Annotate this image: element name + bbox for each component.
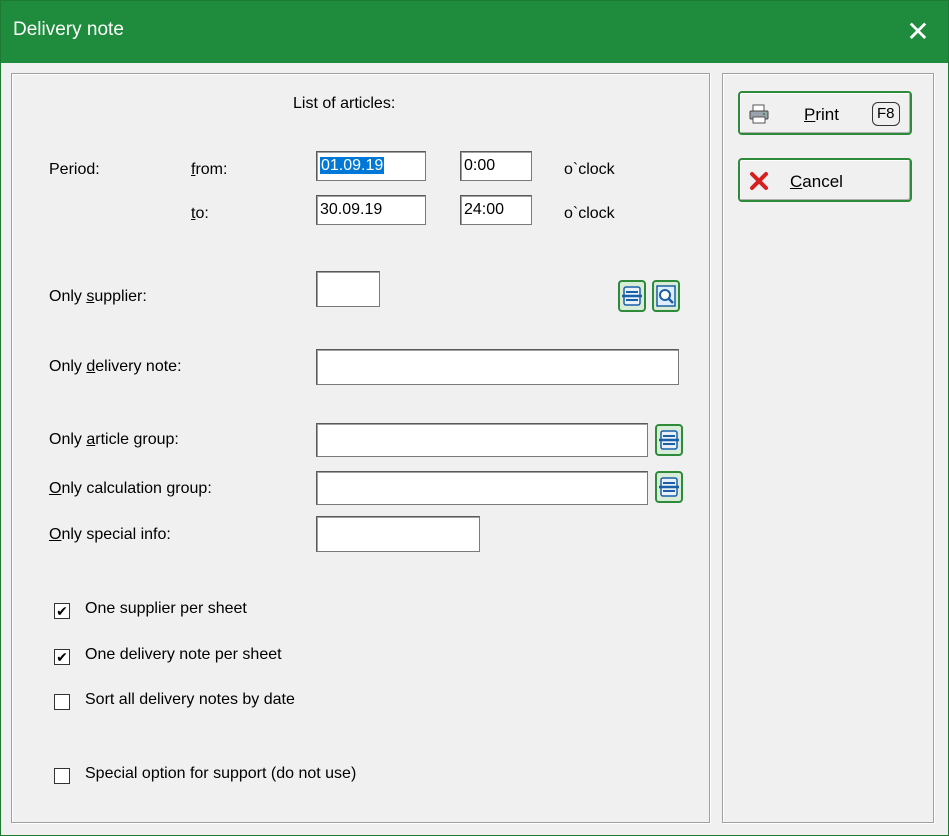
period-label: Period: [49,161,100,178]
from-time-input[interactable]: 0:00 [460,151,532,181]
list-icon [659,477,679,497]
red-x-icon [750,172,768,190]
close-icon[interactable]: ✕ [888,1,948,63]
magnifier-icon [656,285,676,307]
from-label: from: [191,161,228,178]
from-date-input[interactable]: 01.09.19 [316,151,426,181]
supplier-input[interactable] [316,271,380,307]
cancel-label: Cancel [790,172,843,191]
calc-group-label: Only calculation group: [49,480,212,497]
checkbox-label: One delivery note per sheet [85,646,282,663]
checkbox-one-delivery-note[interactable]: ✔ [54,649,70,665]
title-bar: Delivery note ✕ [1,1,948,63]
print-shortcut-badge: F8 [872,102,900,126]
list-heading: List of articles: [293,95,396,112]
article-group-label: Only article group: [49,431,179,448]
supplier-label: Only supplier: [49,288,147,305]
delivery-note-label: Only delivery note: [49,358,182,375]
article-group-input[interactable] [316,423,648,457]
article-group-list-button[interactable] [655,424,683,456]
from-oclock-label: o`clock [564,161,615,178]
printer-icon [749,104,769,124]
calc-group-list-button[interactable] [655,471,683,503]
delivery-note-input[interactable] [316,349,679,385]
special-info-label: Only special info: [49,526,171,543]
to-time-input[interactable]: 24:00 [460,195,532,225]
list-icon [659,430,679,450]
supplier-list-button[interactable] [618,280,646,312]
checkbox-sort-by-date[interactable] [54,694,70,710]
to-date-input[interactable]: 30.09.19 [316,195,426,225]
option-row[interactable]: ✔ One delivery note per sheet [54,646,554,668]
print-button[interactable]: Print F8 [738,91,912,135]
checkbox-label: Special option for support (do not use) [85,765,357,782]
print-label: Print [804,105,839,124]
list-icon [622,286,642,306]
checkbox-label: Sort all delivery notes by date [85,691,295,708]
special-info-input[interactable] [316,516,480,552]
option-row[interactable]: ✔ One supplier per sheet [54,600,554,622]
to-label: to: [191,205,209,222]
checkbox-one-supplier[interactable]: ✔ [54,603,70,619]
cancel-button[interactable]: Cancel [738,158,912,202]
delivery-note-dialog: Delivery note ✕ List of articles: Period… [0,0,949,836]
window-title: Delivery note [13,19,124,40]
checkbox-special-option[interactable] [54,768,70,784]
supplier-search-button[interactable] [652,280,680,312]
option-row[interactable]: Special option for support (do not use) [54,765,554,787]
checkbox-label: One supplier per sheet [85,600,247,617]
option-row[interactable]: Sort all delivery notes by date [54,691,554,713]
to-oclock-label: o`clock [564,205,615,222]
calc-group-input[interactable] [316,471,648,505]
